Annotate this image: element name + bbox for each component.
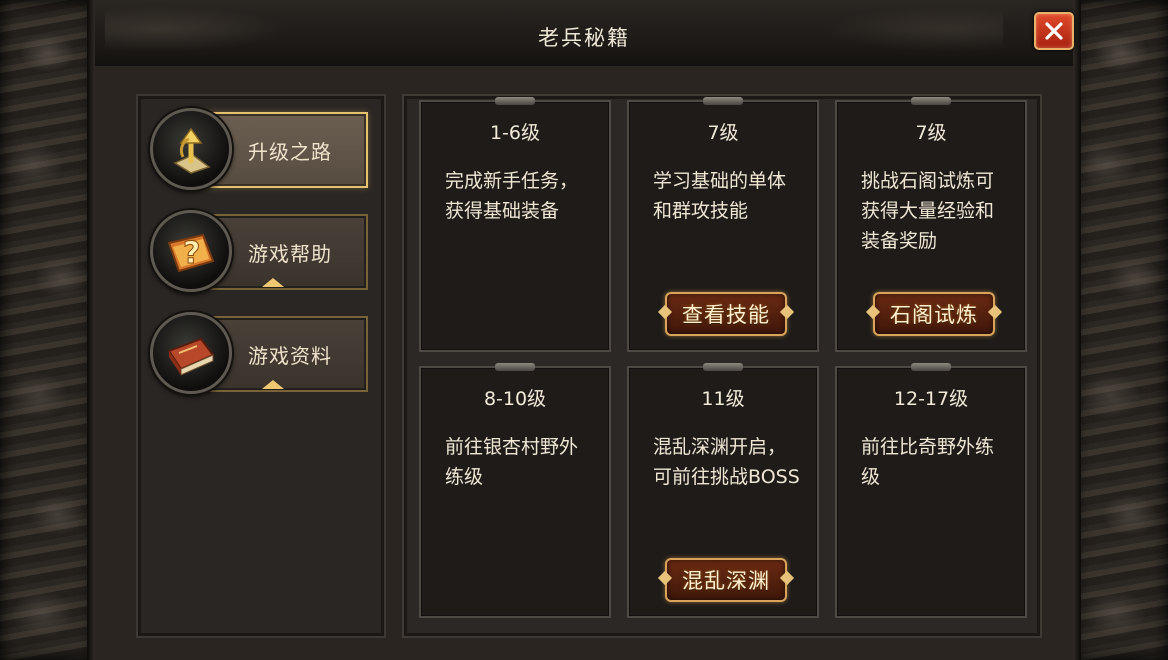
close-button[interactable] [1034,12,1074,50]
tab-game-info[interactable]: 游戏资料 [150,308,368,394]
button-label: 混乱深渊 [682,569,770,593]
left-ornate-pillar [0,0,95,660]
level-card: 1-6级 完成新手任务，获得基础装备 [419,97,611,352]
tab-label: 升级之路 [248,140,332,164]
chaos-abyss-button[interactable]: 混乱深渊 [665,558,787,602]
book-icon [167,337,215,376]
tab-label: 游戏帮助 [248,242,332,266]
card-level: 11级 [701,388,745,410]
card-level: 1-6级 [489,122,541,144]
title-bar: 老兵秘籍 [95,0,1073,68]
card-description: 学习基础的单体和群攻技能 [653,170,787,222]
level-card: 8-10级 前往银杏村野外练级 [419,363,611,618]
tab-label: 游戏资料 [248,344,332,368]
button-label: 石阁试炼 [890,303,978,327]
card-level: 7级 [915,122,947,144]
view-skills-button[interactable]: 查看技能 [665,292,787,336]
help-scroll-icon: ? [167,233,215,273]
tab-game-help[interactable]: ? 游戏帮助 [150,206,368,292]
card-ornament [703,363,743,371]
tab-icon-disc [150,108,232,190]
card-ornament [495,363,535,371]
card-ornament [911,363,951,371]
upgrade-arrow-icon [173,127,211,174]
expand-chevron-icon [262,380,284,389]
level-card: 12-17级 前往比奇野外练级 [835,363,1027,618]
card-description: 完成新手任务，获得基础装备 [445,170,579,222]
close-icon [1045,22,1063,40]
card-level: 8-10级 [483,388,547,410]
stone-pavilion-trial-button[interactable]: 石阁试炼 [873,292,995,336]
game-window: 老兵秘籍 升级之路 ? 游戏帮助 游戏资料 1-6级 完成新手任务，获得基础装备… [0,0,1168,660]
tab-icon-disc [150,312,232,394]
card-description: 前往银杏村野外练级 [445,436,579,488]
card-level: 12-17级 [893,388,969,410]
svg-text:?: ? [183,236,200,271]
right-ornate-pillar [1073,0,1168,660]
card-ornament [911,97,951,105]
tab-upgrade-path[interactable]: 升级之路 [150,104,368,190]
tab-icon-disc: ? [150,210,232,292]
card-level: 7级 [707,122,739,144]
expand-chevron-icon [262,278,284,287]
button-label: 查看技能 [682,303,770,327]
level-card: 11级 混乱深渊开启，可前往挑战BOSS 混乱深渊 [627,363,819,618]
card-ornament [703,97,743,105]
level-card: 7级 学习基础的单体和群攻技能 查看技能 [627,97,819,352]
card-ornament [495,97,535,105]
window-title: 老兵秘籍 [538,26,630,50]
card-description: 混乱深渊开启，可前往挑战BOSS [653,436,800,488]
level-card: 7级 挑战石阁试炼可获得大量经验和装备奖励 石阁试炼 [835,97,1027,352]
card-description: 挑战石阁试炼可获得大量经验和装备奖励 [861,170,995,252]
card-description: 前往比奇野外练级 [861,436,995,488]
